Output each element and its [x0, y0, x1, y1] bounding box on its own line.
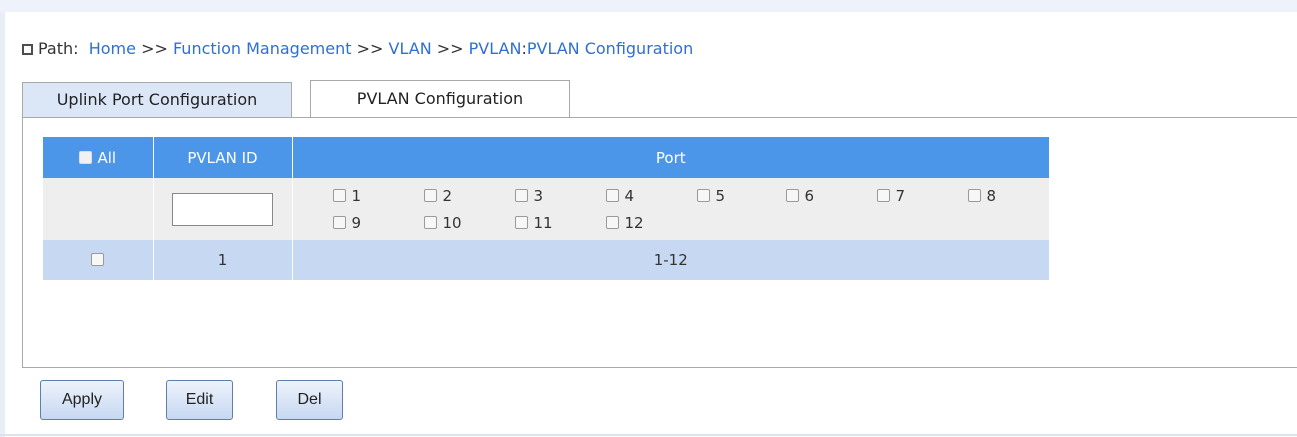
breadcrumb-separator: >> [356, 39, 384, 58]
header-pvlan-id: PVLAN ID [153, 137, 293, 178]
port-label: 4 [624, 187, 635, 205]
port-checkbox[interactable] [423, 216, 437, 229]
delete-button[interactable]: Del [276, 380, 343, 420]
port-checkbox[interactable] [514, 189, 528, 202]
apply-button[interactable]: Apply [40, 380, 124, 420]
edit-row: 1 2 3 4 5 6 7 8 9 10 11 12 [43, 178, 1049, 240]
port-label: 5 [715, 187, 726, 205]
port-option[interactable]: 6 [785, 187, 815, 205]
port-option[interactable]: 8 [967, 187, 997, 205]
port-option[interactable]: 1 [332, 187, 362, 205]
port-option[interactable]: 12 [605, 214, 644, 232]
port-option[interactable]: 4 [605, 187, 635, 205]
edit-button[interactable]: Edit [166, 380, 233, 420]
breadcrumb-pvlan[interactable]: PVLAN [469, 39, 522, 58]
port-label: 3 [533, 187, 544, 205]
row-pvlan-id: 1 [153, 240, 293, 280]
row-checkbox[interactable] [91, 253, 105, 266]
port-label: 1 [351, 187, 362, 205]
bottom-divider [0, 434, 1297, 436]
breadcrumb-home[interactable]: Home [89, 39, 136, 58]
port-option[interactable]: 5 [696, 187, 726, 205]
port-checkbox[interactable] [332, 189, 346, 202]
header-all: All [43, 137, 154, 178]
port-label: 6 [804, 187, 815, 205]
port-checkbox[interactable] [514, 216, 528, 229]
tab-pvlan-configuration[interactable]: PVLAN Configuration [310, 80, 570, 118]
port-label: 10 [442, 214, 462, 232]
path-label: Path: [38, 39, 79, 58]
port-checkbox[interactable] [605, 189, 619, 202]
table-header-row: All PVLAN ID Port [43, 137, 1049, 178]
breadcrumb-separator: >> [436, 39, 464, 58]
edit-row-id-cell [153, 178, 293, 240]
breadcrumb-function-management[interactable]: Function Management [173, 39, 352, 58]
port-option[interactable]: 2 [423, 187, 453, 205]
port-option[interactable]: 10 [423, 214, 462, 232]
port-checkbox[interactable] [423, 189, 437, 202]
port-checkbox[interactable] [876, 189, 890, 202]
top-band [0, 0, 1297, 12]
port-checkbox[interactable] [785, 189, 799, 202]
header-port: Port [292, 137, 1049, 178]
tab-uplink-port-configuration[interactable]: Uplink Port Configuration [22, 82, 292, 118]
table-row: 1 1-12 [43, 240, 1049, 280]
port-checkbox-group: 1 2 3 4 5 6 7 8 9 10 11 12 [293, 178, 1050, 240]
row-select-cell [43, 240, 154, 280]
left-edge [0, 12, 5, 437]
port-label: 7 [895, 187, 906, 205]
port-option[interactable]: 3 [514, 187, 544, 205]
port-checkbox[interactable] [605, 216, 619, 229]
port-checkbox[interactable] [696, 189, 710, 202]
row-port: 1-12 [292, 240, 1049, 280]
port-label: 12 [624, 214, 644, 232]
port-label: 9 [351, 214, 362, 232]
breadcrumb-separator: >> [141, 39, 168, 58]
port-checkbox[interactable] [967, 189, 981, 202]
breadcrumb: Path: Home >> Function Management >> VLA… [22, 38, 693, 60]
port-checkbox[interactable] [332, 216, 346, 229]
port-label: 8 [986, 187, 997, 205]
port-option[interactable]: 7 [876, 187, 906, 205]
edit-row-ports-cell: 1 2 3 4 5 6 7 8 9 10 11 12 [292, 178, 1049, 240]
port-option[interactable]: 9 [332, 214, 362, 232]
path-square-icon [22, 44, 33, 55]
edit-row-select-cell [43, 178, 154, 240]
select-all-checkbox[interactable] [79, 150, 93, 164]
pvlan-id-input[interactable] [172, 192, 273, 226]
breadcrumb-vlan[interactable]: VLAN [389, 39, 432, 58]
breadcrumb-current[interactable]: PVLAN Configuration [527, 39, 693, 58]
port-label: 2 [442, 187, 453, 205]
port-label: 11 [533, 214, 553, 232]
port-option[interactable]: 11 [514, 214, 553, 232]
header-all-label: All [97, 148, 117, 167]
pvlan-table: All PVLAN ID Port 1 2 3 4 5 6 7 8 9 10 1… [43, 137, 1049, 280]
